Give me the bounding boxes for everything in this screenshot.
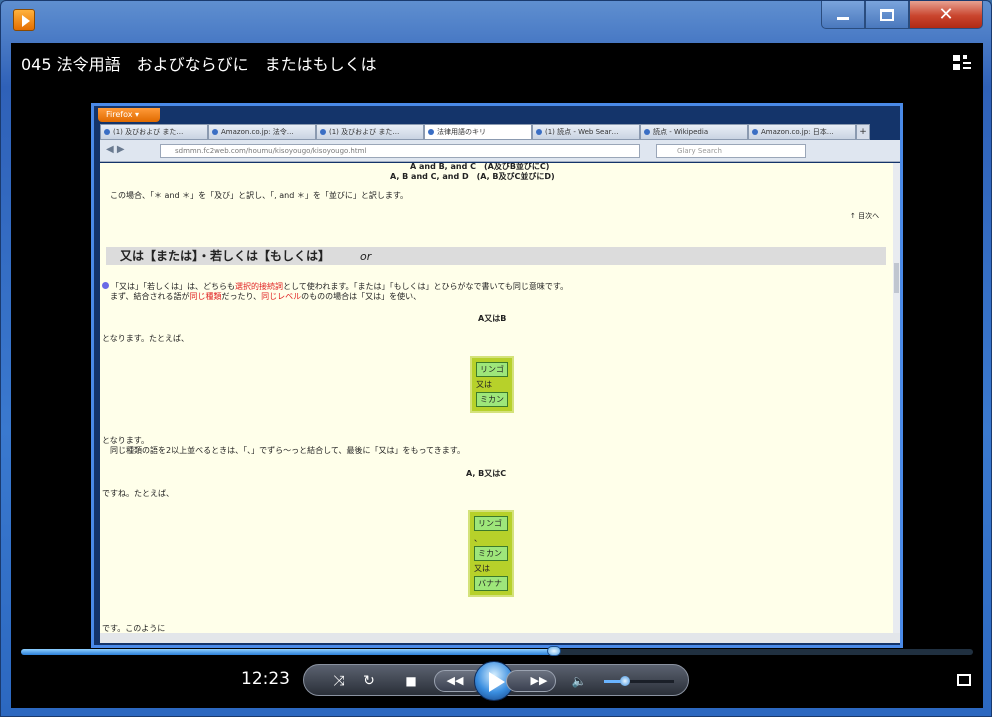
example-text: A又はB bbox=[478, 314, 507, 323]
box-item: ミカン bbox=[474, 546, 508, 561]
firefox-menu-button: Firefox ▾ bbox=[98, 108, 160, 122]
box-connector: 、 bbox=[474, 534, 482, 543]
seek-thumb[interactable] bbox=[547, 646, 562, 656]
browser-tab: Amazon.co.jp: 法令… bbox=[208, 124, 316, 140]
box-connector: 又は bbox=[474, 564, 490, 573]
browser-navbar: ◀ ▶ sdmmn.fc2web.com/houmu/kisoyougo/kis… bbox=[100, 140, 900, 162]
page-line: です。このように bbox=[102, 624, 166, 633]
page-line: ですね。たとえば、 bbox=[102, 489, 174, 498]
back-icon: ◀ ▶ bbox=[106, 144, 125, 155]
page-line: A, B and C, and D (A, B及びC並びにD) bbox=[390, 172, 555, 181]
video-frame[interactable]: Firefox ▾ (1) 及びおよび また… Amazon.co.jp: 法令… bbox=[91, 103, 903, 648]
stop-button[interactable]: ■ bbox=[398, 669, 424, 693]
close-icon: ✕ bbox=[938, 4, 954, 25]
maximize-icon bbox=[880, 8, 894, 21]
browser-tab: (1) 及びおよび また… bbox=[316, 124, 424, 140]
volume-thumb[interactable] bbox=[620, 676, 630, 686]
section-heading-text: 又は【または】・若しくは【もしくは】 bbox=[120, 249, 331, 263]
seek-bar[interactable] bbox=[21, 646, 973, 656]
previous-button[interactable]: ◀◀ bbox=[442, 669, 468, 693]
seek-progress bbox=[21, 649, 555, 655]
close-button[interactable]: ✕ bbox=[909, 1, 983, 29]
browser-url: sdmmn.fc2web.com/houmu/kisoyougo/kisoyou… bbox=[160, 144, 640, 158]
minimize-button[interactable] bbox=[821, 1, 865, 29]
fullscreen-icon[interactable] bbox=[957, 674, 971, 686]
player-area: 045 法令用語 およびならびに またはもしくは Firefox ▾ (1) 及… bbox=[11, 43, 983, 708]
current-time: 12:23 bbox=[241, 669, 290, 689]
section-heading: 又は【または】・若しくは【もしくは】 or bbox=[106, 247, 886, 265]
browser-tab: 読点 - Wikipedia bbox=[640, 124, 748, 140]
next-button[interactable]: ▶▶ bbox=[526, 669, 552, 693]
box-item: リンゴ bbox=[474, 516, 508, 531]
player-window: ✕ 045 法令用語 およびならびに またはもしくは Firefox ▾ (1)… bbox=[0, 0, 992, 717]
page-line: この場合、「＊ and ＊」を「及び」と訳し、「, and ＊」を「並びに」と訳… bbox=[110, 191, 409, 200]
switch-to-library-icon[interactable] bbox=[953, 55, 971, 71]
repeat-button[interactable]: ↻ bbox=[356, 669, 382, 693]
example-box: リンゴ 、 ミカン 又は バナナ bbox=[468, 510, 514, 597]
web-page: A and B, and C (A及びB並びにC) A, B and C, an… bbox=[100, 163, 893, 633]
box-connector: 又は bbox=[476, 380, 492, 389]
page-paragraph: まず、結合される語が同じ種類だったり、同じレベルのものの場合は「又は」を使い、 bbox=[110, 292, 422, 301]
example-text: A, B又はC bbox=[466, 469, 507, 478]
caption-buttons: ✕ bbox=[821, 1, 983, 31]
page-line: となります。たとえば、 bbox=[102, 334, 189, 343]
new-tab-icon: + bbox=[856, 124, 870, 140]
transport-controls: ⤨ ↻ ■ ◀◀ ▶▶ 🔈 bbox=[303, 661, 689, 701]
box-item: バナナ bbox=[474, 576, 508, 591]
browser-search: Glary Search bbox=[656, 144, 806, 158]
media-player-icon bbox=[13, 9, 35, 31]
video-title: 045 法令用語 およびならびに またはもしくは bbox=[21, 55, 377, 74]
minimize-icon bbox=[837, 17, 849, 20]
browser-tabs: (1) 及びおよび また… Amazon.co.jp: 法令… (1) 及びおよ… bbox=[100, 124, 900, 140]
box-item: リンゴ bbox=[476, 362, 508, 377]
browser-tab: (1) 読点 - Web Sear… bbox=[532, 124, 640, 140]
example-box: リンゴ 又は ミカン bbox=[470, 356, 514, 413]
shuffle-button[interactable]: ⤨ bbox=[326, 669, 352, 693]
browser-tab: Amazon.co.jp: 日本… bbox=[748, 124, 856, 140]
mute-button[interactable]: 🔈 bbox=[566, 669, 592, 693]
maximize-button[interactable] bbox=[865, 1, 909, 29]
browser-statusbar bbox=[100, 633, 900, 643]
browser-tab-active: 法律用語のキリ bbox=[424, 124, 532, 140]
back-to-toc-link: ↑ 目次へ bbox=[850, 212, 880, 220]
page-scrollbar bbox=[893, 163, 900, 633]
title-bar[interactable]: ✕ bbox=[1, 1, 991, 39]
box-item: ミカン bbox=[476, 392, 508, 407]
section-heading-en: or bbox=[360, 250, 372, 263]
page-line: 同じ種類の語を2以上並べるときは、「、」でずら〜っと結合して、最後に「又は」をも… bbox=[110, 446, 466, 455]
volume-slider[interactable] bbox=[604, 676, 674, 686]
browser-tab: (1) 及びおよび また… bbox=[100, 124, 208, 140]
bullet-icon bbox=[102, 282, 109, 289]
